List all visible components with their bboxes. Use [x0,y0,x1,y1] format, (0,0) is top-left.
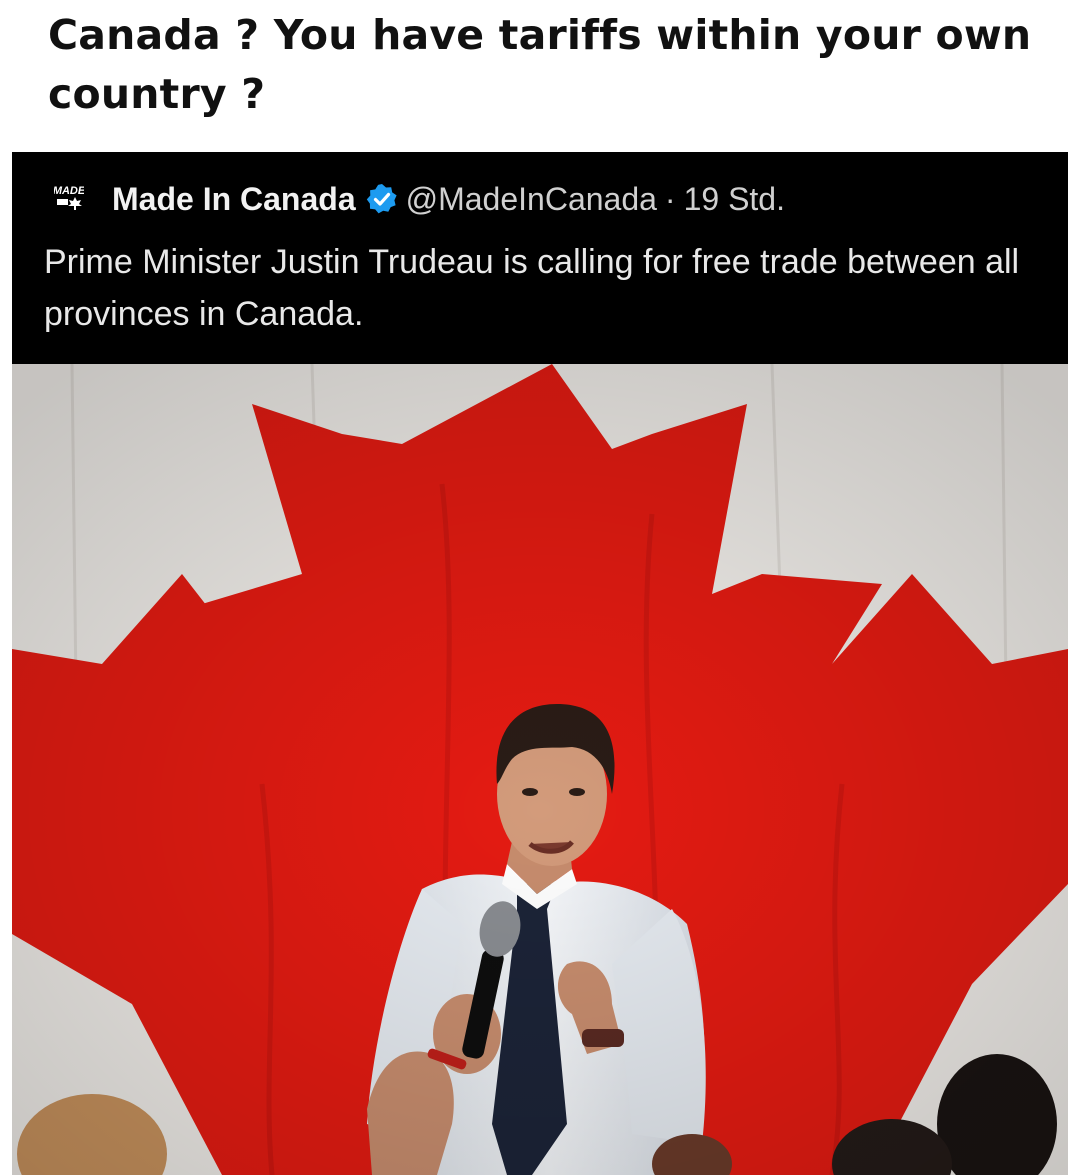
shared-tweet-screenshot[interactable]: MADE Made In Canada @MadeInCanada · 19 S… [12,152,1068,1175]
verified-badge-icon [366,184,397,214]
post-caption: Canada ? You have tariffs within your ow… [48,11,1032,118]
post-timestamp[interactable]: 19 Std. [684,181,785,218]
tweet-photo[interactable] [12,364,1068,1175]
svg-text:MADE: MADE [54,185,84,197]
meta-separator: · [664,180,676,217]
tweet-text: Prime Minister Justin Trudeau is calling… [44,243,1020,333]
author-name[interactable]: Made In Canada [112,181,356,218]
made-in-canada-logo-icon: MADE [54,185,84,210]
tweet-header: MADE Made In Canada @MadeInCanada · 19 S… [54,177,785,221]
author-handle[interactable]: @MadeInCanada [406,181,657,218]
